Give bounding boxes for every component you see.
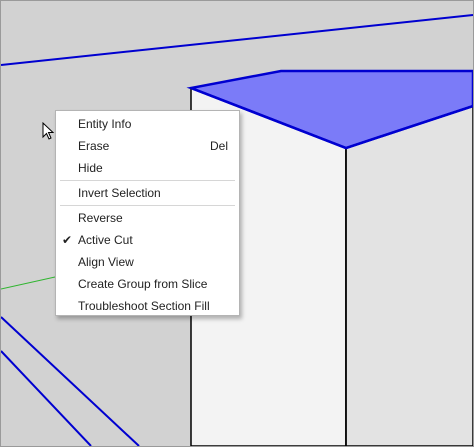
context-menu: Entity Info Erase Del Hide Invert Select…: [55, 110, 240, 316]
arrow-pointer-icon: [42, 122, 55, 140]
menu-item-reverse[interactable]: Reverse: [56, 207, 239, 229]
menu-item-label: Align View: [78, 255, 134, 269]
menu-item-hide[interactable]: Hide: [56, 157, 239, 179]
menu-item-label: Invert Selection: [78, 186, 161, 200]
menu-item-troubleshoot-section-fill[interactable]: Troubleshoot Section Fill: [56, 295, 239, 317]
menu-item-invert-selection[interactable]: Invert Selection: [56, 182, 239, 204]
menu-item-shortcut: Del: [209, 139, 228, 153]
menu-separator: [60, 205, 235, 206]
menu-item-align-view[interactable]: Align View: [56, 251, 239, 273]
menu-item-label: Entity Info: [78, 117, 132, 131]
menu-item-create-group-from-slice[interactable]: Create Group from Slice: [56, 273, 239, 295]
menu-item-label: Hide: [78, 161, 103, 175]
menu-item-entity-info[interactable]: Entity Info: [56, 113, 239, 135]
menu-item-erase[interactable]: Erase Del: [56, 135, 239, 157]
menu-item-label: Reverse: [78, 211, 123, 225]
menu-item-label: Create Group from Slice: [78, 277, 208, 291]
menu-item-label: Erase: [78, 139, 110, 153]
box-side-face[interactable]: [345, 105, 473, 446]
menu-item-label: Troubleshoot Section Fill: [78, 299, 210, 313]
app-window: Entity Info Erase Del Hide Invert Select…: [0, 0, 474, 447]
menu-item-active-cut[interactable]: ✔ Active Cut: [56, 229, 239, 251]
check-mark-icon: ✔: [61, 233, 73, 247]
menu-item-label: Active Cut: [78, 233, 133, 247]
menu-separator: [60, 180, 235, 181]
